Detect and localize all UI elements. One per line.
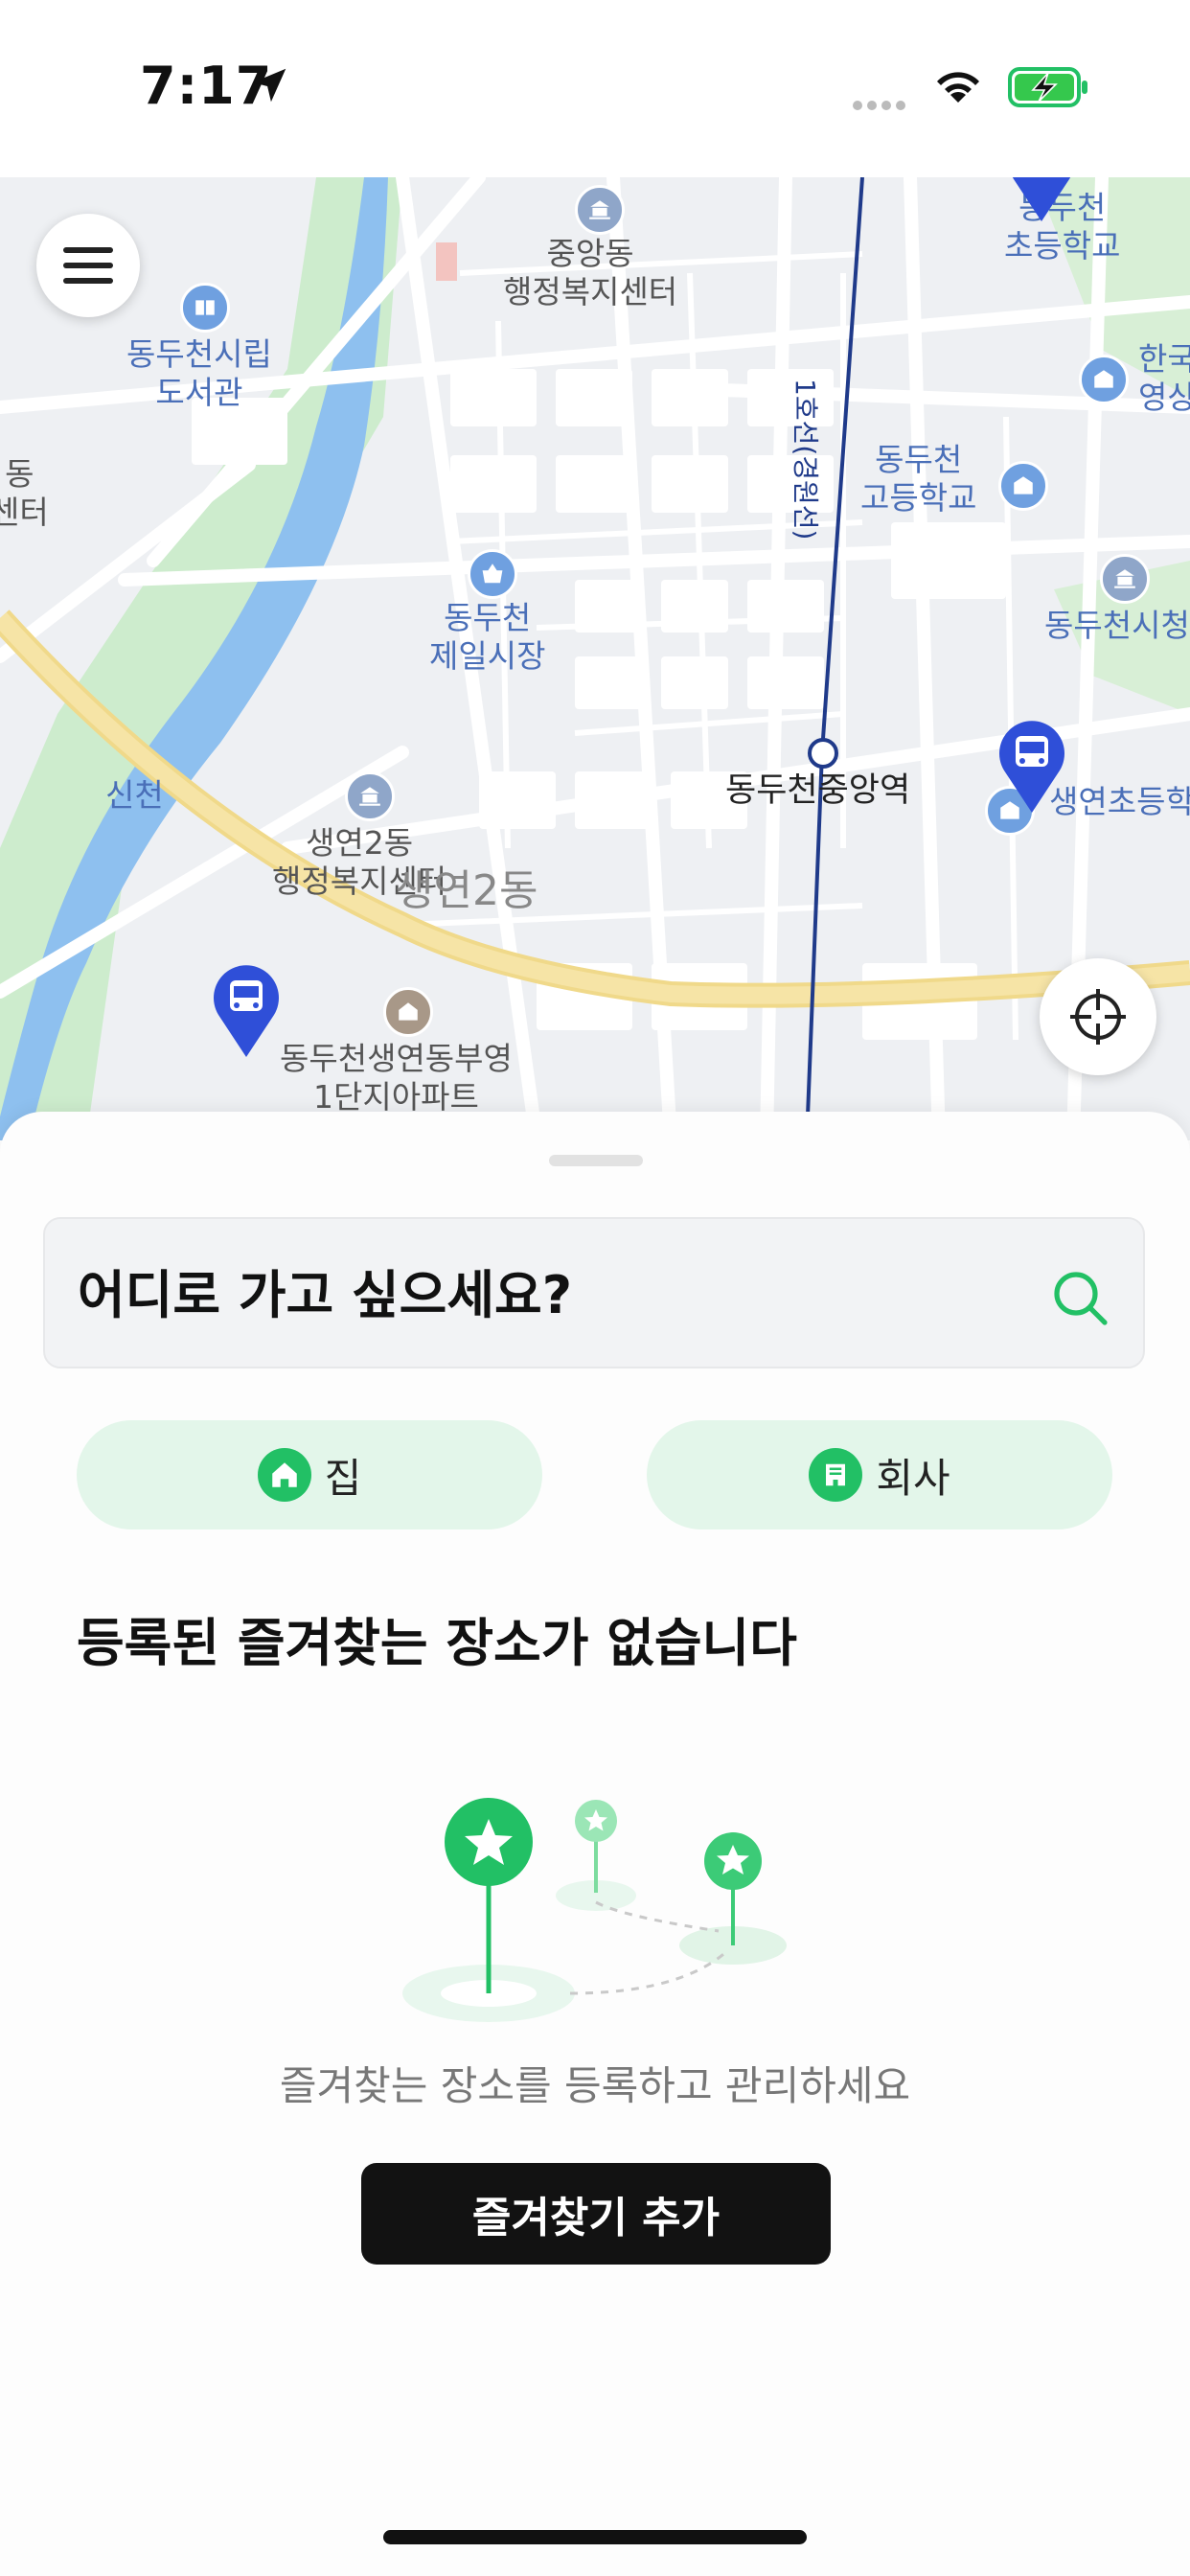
building-icon [809,1448,863,1502]
work-shortcut-button[interactable]: 회사 [647,1420,1112,1530]
home-indicator [383,2530,807,2544]
bus-stop-pin-icon-3[interactable] [1006,177,1077,223]
map-label-library: 동두천시립 도서관 [126,335,272,411]
location-arrow-icon [252,68,286,103]
government-office-icon-2[interactable] [1100,554,1150,604]
current-location-button[interactable] [1040,958,1156,1075]
school-icon-2[interactable] [998,461,1048,511]
hamburger-menu-icon [63,247,113,284]
map-label-jeil-market: 동두천 제일시장 [429,599,546,675]
government-office-icon[interactable] [575,185,625,235]
battery-charging-icon [1008,67,1087,107]
map-label-korea-partial: 한국 영상 [1138,340,1190,416]
status-bar: 7:17 [0,0,1190,177]
work-shortcut-label: 회사 [876,1454,950,1502]
map-label-sincheon: 신천 [105,776,164,814]
map-label-apartment: 동두천생연동부영 1단지아파트 [280,1040,513,1116]
map-label-jungang-dong: 중앙동 행정복지센터 [503,235,678,310]
bottom-sheet: 집 회사 등록된 즐겨찾는 장소가 없습니다 즐겨찾는 장소를 등록하고 관리하… [0,1112,1190,2576]
bus-stop-pin-icon-2[interactable] [211,963,282,1059]
map-label-jungang-station: 동두천중앙역 [725,771,911,810]
search-input[interactable] [76,1254,999,1336]
government-office-icon-3[interactable] [345,771,395,821]
map-label-saengyeon2-area: 생연2동 [395,866,538,915]
school-icon[interactable] [1079,355,1129,404]
crosshair-icon [1070,989,1126,1045]
favorites-illustration [402,1798,787,2022]
menu-button[interactable] [36,214,140,317]
home-icon [257,1448,311,1502]
home-shortcut-button[interactable]: 집 [77,1420,542,1530]
empty-favorites-description: 즐겨찾는 장소를 등록하고 관리하세요 [279,2062,911,2109]
home-shortcut-label: 집 [324,1454,362,1502]
library-icon[interactable] [180,283,230,333]
market-basket-icon[interactable] [468,549,517,599]
add-favorite-button[interactable]: 즐겨찾기 추가 [361,2163,831,2265]
bus-stop-pin-icon[interactable] [996,719,1067,815]
map-label-highschool: 동두천 고등학교 [860,441,977,517]
wifi-icon [937,72,979,103]
map-label-left-center: 동 센터 [0,455,49,531]
cellular-signal-icon [853,96,910,114]
map-label-city-hall: 동두천시청 [1044,607,1190,644]
map-view[interactable]: 동두천 초등학교 중앙동 행정복지센터 동두천시립 도서관 한국 영상 동두천 고등학교 … [0,177,1190,1140]
search-box[interactable] [43,1217,1145,1368]
apartment-icon[interactable] [383,987,433,1037]
empty-favorites-title: 등록된 즐겨찾는 장소가 없습니다 [77,1613,797,1673]
map-label-saengyeon-elementary: 생연초등학 [1049,783,1190,820]
sheet-drag-handle[interactable] [549,1155,643,1166]
map-label-rail-line: 1호선(경원선) [790,379,821,540]
search-icon[interactable] [1049,1267,1110,1328]
map-canvas [0,177,1190,1140]
